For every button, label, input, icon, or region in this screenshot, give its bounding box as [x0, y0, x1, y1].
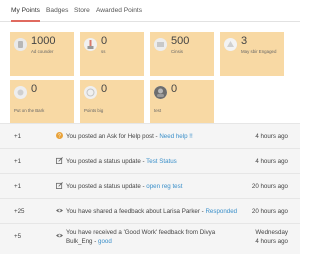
badge-label: Points big	[84, 108, 104, 113]
tab-store[interactable]: Store	[74, 0, 90, 21]
activity-points: +1	[14, 158, 22, 165]
badge-tile[interactable]: 0 ss	[80, 32, 144, 76]
activity-link[interactable]: open reg test	[146, 183, 182, 190]
activity-time: 20 hours ago	[251, 183, 288, 190]
activity-text: You posted an Ask for Help post - Need h…	[66, 133, 193, 140]
activity-row: +1 You posted a status update - open reg…	[0, 173, 300, 198]
activity-link[interactable]: Need help !!	[159, 133, 192, 140]
badge-image	[154, 86, 167, 99]
badge-points: 0	[101, 83, 108, 95]
badge-tile[interactable]: 3 May sbir Engaged	[220, 32, 284, 76]
activity-link[interactable]: Test Status	[146, 158, 177, 165]
activity-link[interactable]: good	[98, 238, 112, 245]
eye-icon	[56, 208, 63, 213]
activity-points: +25	[14, 208, 25, 215]
badge-tile[interactable]: 0 test	[150, 80, 214, 124]
question-circle-icon: ?	[56, 132, 63, 139]
badge-tile[interactable]: 0 Points big	[80, 80, 144, 124]
badge-points: 1000	[31, 35, 56, 47]
badge-image	[224, 38, 237, 51]
activity-link[interactable]: Responded	[205, 208, 237, 215]
badge-tile[interactable]: 1000 Ad counder	[10, 32, 74, 76]
activity-time: 4 hours ago	[255, 158, 288, 165]
svg-text:?: ?	[58, 133, 61, 139]
activity-points: +1	[14, 183, 22, 190]
badge-label: May sbir Engaged	[241, 49, 277, 54]
activity-row: +25 You have shared a feedback about Lar…	[0, 198, 300, 223]
tab-bar: My Points Badges Store Awarded Points	[0, 0, 300, 22]
tab-badges[interactable]: Badges	[46, 0, 68, 21]
eye-icon	[56, 233, 63, 238]
badge-image	[14, 38, 27, 51]
activity-text: You posted a status update - Test Status	[66, 158, 177, 165]
activity-text: You posted a status update - open reg te…	[66, 183, 183, 190]
edit-icon	[56, 182, 63, 189]
badge-label: test	[154, 108, 162, 113]
activity-time: 20 hours ago	[251, 208, 288, 215]
activity-row: +1 You posted a status update - Test Sta…	[0, 148, 300, 173]
badge-points: 0	[31, 83, 38, 95]
badge-label: Put on the Bark	[14, 108, 45, 113]
tab-awarded-points[interactable]: Awarded Points	[96, 0, 142, 21]
badge-label: Cinsis	[171, 49, 183, 54]
badge-tile[interactable]: 500 Cinsis	[150, 32, 214, 76]
edit-icon	[56, 157, 63, 164]
activity-time: 4 hours ago	[255, 133, 288, 140]
activity-row: +1 ? You posted an Ask for Help post - N…	[0, 123, 300, 148]
badge-points: 0	[101, 35, 108, 47]
badge-label: Ad counder	[31, 49, 54, 54]
badge-image	[154, 38, 167, 51]
badge-image	[14, 86, 27, 99]
badge-label: ss	[101, 49, 106, 54]
activity-time: Wednesday 4 hours ago	[255, 229, 288, 245]
badge-points: 3	[241, 35, 248, 47]
activity-points: +5	[14, 233, 22, 240]
badge-image	[84, 86, 97, 99]
badge-tile[interactable]: 0 Put on the Bark	[10, 80, 74, 124]
activity-text: You have shared a feedback about Larisa …	[66, 208, 238, 215]
activity-text: You have received a 'Good Work' feedback…	[66, 229, 216, 245]
activity-row: +5 You have received a 'Good Work' feedb…	[0, 223, 300, 254]
badge-points: 500	[171, 35, 190, 47]
badge-points: 0	[171, 83, 178, 95]
badge-image	[84, 38, 97, 51]
tab-my-points[interactable]: My Points	[11, 0, 40, 22]
activity-points: +1	[14, 133, 22, 140]
